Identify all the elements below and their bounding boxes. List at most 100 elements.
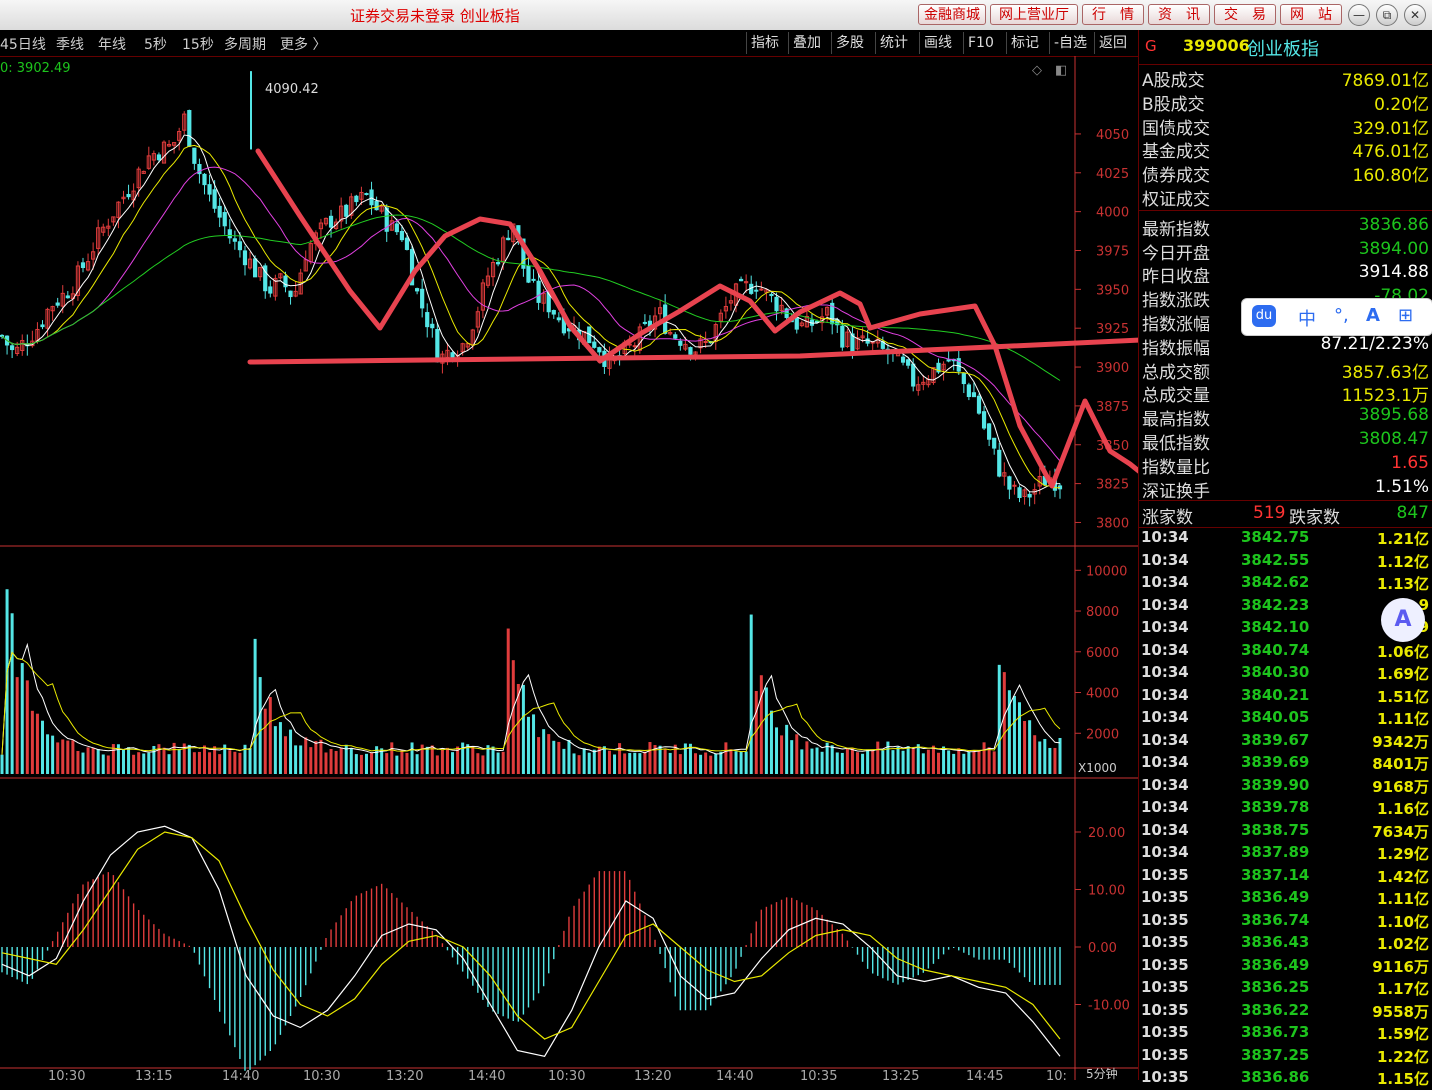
volume-bar (435, 755, 439, 774)
volume-bar (552, 740, 556, 774)
ime-skin-icon[interactable]: A (1366, 305, 1380, 326)
volume-bar (881, 750, 885, 774)
price-tick-label: 4025 (1096, 167, 1129, 182)
candle-body (754, 289, 759, 292)
volume-bar (775, 727, 779, 774)
ime-punctuation-icon[interactable]: °, (1334, 305, 1349, 326)
more-periods[interactable]: 更多 〉 (280, 34, 326, 54)
candle-body (253, 258, 258, 278)
indicator-button[interactable]: 指标 (746, 32, 783, 54)
news-button[interactable]: 资 讯 (1148, 4, 1210, 25)
volume-bar (896, 746, 900, 774)
website-button[interactable]: 网 站 (1280, 4, 1342, 25)
close-button[interactable]: ✕ (1404, 4, 1426, 26)
tick-price: 3836.22 (1241, 1000, 1310, 1019)
draw-line-button[interactable]: 画线 (919, 32, 956, 54)
quote-label: 基金成交 (1142, 142, 1210, 163)
volume-bar (795, 734, 799, 774)
tick-time: 10:34 (1141, 843, 1189, 861)
quote-value: 7869.01亿 (1341, 71, 1429, 91)
volume-bar (926, 749, 930, 774)
diamond-icon[interactable]: ◇ (1032, 63, 1042, 78)
volume-bar (825, 742, 829, 774)
volume-bar (20, 663, 24, 774)
candle-body (526, 265, 531, 283)
ime-menu-icon[interactable]: ⊞ (1398, 305, 1413, 326)
candle-body (632, 345, 637, 348)
quote-header: G 399006 创业板指 (1139, 30, 1432, 65)
online-hall-button[interactable]: 网上营业厅 (990, 4, 1078, 25)
tick-row: 10:34 3838.75 7634万 (1139, 821, 1432, 843)
volume-bar (410, 742, 414, 774)
volume-bar (906, 746, 910, 774)
volume-bar (299, 745, 303, 774)
volume-bar (937, 752, 941, 774)
favorite-button[interactable]: -自选 (1049, 32, 1091, 54)
volume-bar (314, 740, 318, 774)
candle-body (394, 223, 399, 233)
volume-bar (992, 751, 996, 774)
tick-price: 3842.62 (1241, 573, 1310, 591)
mark-button[interactable]: 标记 (1006, 32, 1043, 54)
period-quarter[interactable]: 季线 (56, 34, 84, 54)
volume-bar (127, 747, 131, 774)
ime-chinese-mode[interactable]: 中 (1298, 305, 1316, 331)
tick-row: 10:35 3836.43 1.02亿 (1139, 933, 1432, 955)
quote-name[interactable]: 创业板指 (1247, 35, 1319, 61)
multi-stock-button[interactable]: 多股 (831, 32, 868, 54)
volume-bar (132, 754, 136, 774)
period-year[interactable]: 年线 (98, 34, 126, 54)
restore-button[interactable]: ⧉ (1376, 4, 1398, 26)
quotes-button[interactable]: 行 情 (1082, 4, 1144, 25)
volume-bar (577, 755, 581, 774)
f10-button[interactable]: F10 (963, 32, 998, 54)
volume-bar (405, 752, 409, 774)
volume-bar (61, 739, 65, 774)
volume-bar (253, 638, 257, 774)
candle-body (1027, 493, 1032, 498)
period-5s[interactable]: 5秒 (144, 34, 167, 54)
tick-volume: 1.06亿 (1376, 642, 1429, 661)
volume-bar (845, 748, 849, 774)
volume-bar (815, 747, 819, 774)
back-button[interactable]: 返回 (1094, 32, 1131, 54)
volume-bar (739, 751, 743, 774)
stats-button[interactable]: 统计 (875, 32, 912, 54)
volume-bar (643, 751, 647, 774)
price-axis: 4050402540003975395039253900387538503825… (1075, 128, 1129, 531)
assistant-float-icon[interactable]: A (1381, 598, 1425, 642)
macd-axis: 20.00 10.00 0.00 -10.00 (1075, 826, 1130, 1014)
candle-body (906, 359, 911, 366)
macd-tick-label: -10.00 (1088, 999, 1130, 1014)
quote-value: 3808.47 (1358, 429, 1429, 449)
price-tick-label: 3825 (1096, 478, 1129, 493)
volume-bar (35, 713, 39, 774)
quote-code: 399006 (1183, 36, 1250, 55)
period-15s[interactable]: 15秒 (182, 34, 214, 54)
ime-logo-icon[interactable]: du (1252, 305, 1276, 327)
candle-body (976, 395, 982, 414)
minimize-button[interactable]: — (1348, 4, 1370, 26)
volume-bar (967, 752, 971, 774)
volume-bar (1053, 747, 1057, 774)
quote-value: 476.01亿 (1352, 142, 1429, 163)
period-45day[interactable]: 45日线 (0, 34, 46, 54)
overlay-button[interactable]: 叠加 (788, 32, 825, 54)
price-tick-label: 4050 (1096, 128, 1129, 143)
quote-row: 总成交额 3857.63亿 (1139, 358, 1432, 383)
ime-toolbar[interactable]: du 中 °, A ⊞ (1241, 298, 1432, 336)
tick-price: 3839.67 (1241, 730, 1310, 749)
volume-bar (121, 749, 125, 774)
volume-bar (1058, 737, 1062, 774)
candle-body (703, 340, 708, 343)
volume-bar (901, 750, 905, 774)
mall-button[interactable]: 金融商城 (918, 4, 986, 25)
window-mode-icon[interactable]: ◧ (1055, 63, 1067, 78)
quote-row: 基金成交 476.01亿 (1139, 137, 1432, 163)
trade-button[interactable]: 交 易 (1214, 4, 1276, 25)
multi-period[interactable]: 多周期 (224, 34, 266, 54)
tick-time: 10:34 (1141, 798, 1189, 816)
quote-value: 3914.88 (1358, 262, 1429, 283)
tick-price: 3837.25 (1241, 1045, 1310, 1064)
kline-chart[interactable]: 0: 3902.49 ◇ ◧ 4050 4025 4000 3975 3950 3925 3… (0, 56, 1138, 1080)
